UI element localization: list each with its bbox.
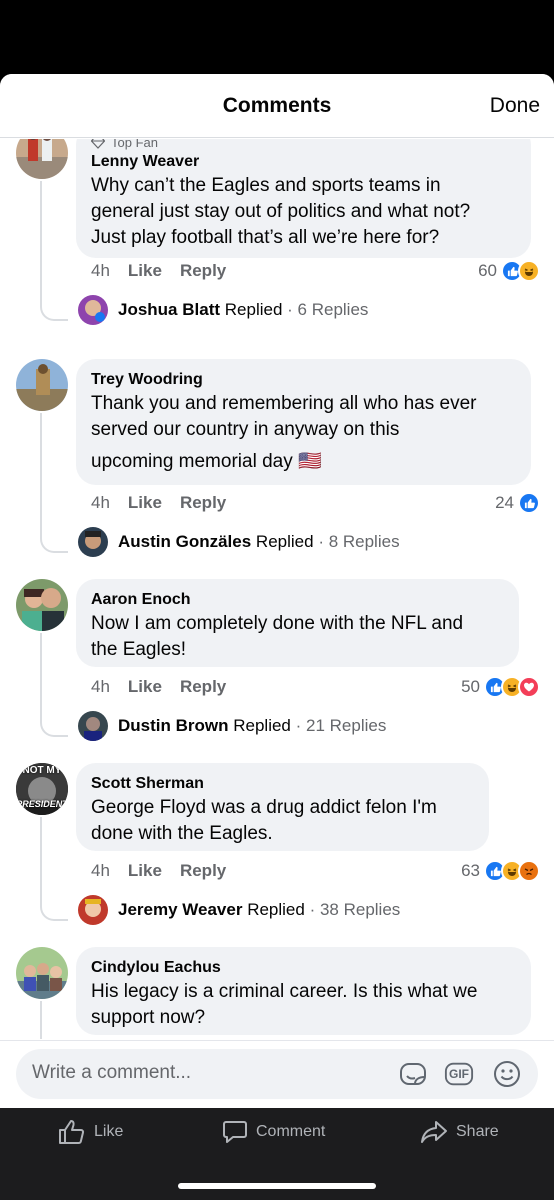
share-button[interactable]: Share xyxy=(420,1119,499,1145)
thread-line xyxy=(40,633,68,737)
comment-text: Thank you and remembering all who has ev… xyxy=(91,393,477,472)
comment-text: George Floyd was a drug addict felon I'm… xyxy=(91,797,437,844)
comment-author[interactable]: Cindylou Eachus xyxy=(91,957,516,979)
reaction-summary[interactable]: 50 xyxy=(461,676,540,698)
comment-meta: 4h Like Reply xyxy=(91,677,226,697)
avatar xyxy=(78,527,108,557)
reaction-summary[interactable]: 24 xyxy=(495,492,540,514)
done-button[interactable]: Done xyxy=(490,94,540,118)
avatar[interactable] xyxy=(16,139,68,179)
comments-header: Comments Done xyxy=(0,74,554,138)
comment-time: 4h xyxy=(91,493,110,512)
replies-link[interactable]: Jeremy Weaver Replied · 38 Replies xyxy=(78,895,400,925)
avatar-overlay-text: NOT MY xyxy=(22,765,62,776)
thumbs-up-icon xyxy=(59,1120,85,1144)
reply-link[interactable]: Reply xyxy=(180,861,226,881)
like-link[interactable]: Like xyxy=(128,493,162,513)
avatar[interactable] xyxy=(16,359,68,411)
comment-bubble[interactable]: Scott Sherman George Floyd was a drug ad… xyxy=(76,763,489,851)
comment-text: His legacy is a criminal career. Is this… xyxy=(91,981,478,1028)
diamond-icon xyxy=(91,139,105,149)
like-link[interactable]: Like xyxy=(128,861,162,881)
comment-input[interactable]: Write a comment... GIF xyxy=(16,1049,538,1099)
reaction-count: 60 xyxy=(478,261,497,280)
thread-line xyxy=(40,413,68,553)
comment-author[interactable]: Trey Woodring xyxy=(91,369,516,391)
like-link[interactable]: Like xyxy=(128,677,162,697)
top-fan-badge: Top Fan xyxy=(91,139,516,151)
replies-link[interactable]: Austin Gonzäles Replied · 8 Replies xyxy=(78,527,400,557)
thread-line xyxy=(40,181,68,321)
avatar-overlay-text: PRESIDENT xyxy=(16,799,68,809)
comment-meta: 4h Like Reply xyxy=(91,493,226,513)
page-title: Comments xyxy=(222,94,332,117)
avatar xyxy=(78,711,108,741)
comment-author[interactable]: Scott Sherman xyxy=(91,773,474,795)
reaction-summary[interactable]: 60 xyxy=(478,260,540,282)
reaction-count: 24 xyxy=(495,493,514,512)
gif-icon[interactable]: GIF xyxy=(444,1059,474,1089)
replies-link[interactable]: Joshua Blatt Replied · 6 Replies xyxy=(78,295,368,325)
like-reaction-icon xyxy=(518,492,540,514)
comment-button[interactable]: Comment xyxy=(222,1119,325,1145)
home-indicator xyxy=(178,1183,376,1189)
reaction-count: 50 xyxy=(461,677,480,696)
comment-bubble[interactable]: Top Fan Lenny Weaver Why can’t the Eagle… xyxy=(76,139,531,258)
love-reaction-icon xyxy=(518,676,540,698)
comment-time: 4h xyxy=(91,677,110,696)
comment-text: Now I am completely done with the NFL an… xyxy=(91,613,464,660)
avatar xyxy=(78,295,108,325)
like-link[interactable]: Like xyxy=(128,261,162,281)
comment-text: Why can’t the Eagles and sports teams in… xyxy=(91,175,471,248)
emoji-icon[interactable] xyxy=(492,1059,522,1089)
comment-list[interactable]: Top Fan Lenny Weaver Why can’t the Eagle… xyxy=(0,139,554,1039)
comment-bubble-icon xyxy=(223,1121,247,1143)
angry-reaction-icon xyxy=(518,860,540,882)
comment-meta: 4h Like Reply xyxy=(91,861,226,881)
comment-time: 4h xyxy=(91,861,110,880)
reply-link[interactable]: Reply xyxy=(180,493,226,513)
comments-sheet: Comments Done Top Fan Lenny Weaver Why c… xyxy=(0,74,554,1108)
replies-link[interactable]: Dustin Brown Replied · 21 Replies xyxy=(78,711,386,741)
comment-bubble[interactable]: Trey Woodring Thank you and remembering … xyxy=(76,359,531,485)
thread-line xyxy=(40,817,68,921)
avatar[interactable]: NOT MY PRESIDENT xyxy=(16,763,68,815)
comment-composer: Write a comment... GIF xyxy=(0,1040,554,1108)
reply-link[interactable]: Reply xyxy=(180,261,226,281)
avatar xyxy=(78,895,108,925)
comment-meta: 4h Like Reply xyxy=(91,261,226,281)
thread-line xyxy=(40,1001,68,1039)
like-button[interactable]: Like xyxy=(58,1119,123,1145)
reaction-summary[interactable]: 63 xyxy=(461,860,540,882)
reaction-count: 63 xyxy=(461,861,480,880)
comment-placeholder: Write a comment... xyxy=(32,1062,192,1083)
avatar[interactable] xyxy=(16,947,68,999)
comment-author[interactable]: Lenny Weaver xyxy=(91,151,516,173)
comment-bubble[interactable]: Aaron Enoch Now I am completely done wit… xyxy=(76,579,519,667)
share-arrow-icon xyxy=(421,1121,447,1143)
avatar[interactable] xyxy=(16,579,68,631)
comment-time: 4h xyxy=(91,261,110,280)
comment-bubble[interactable]: Cindylou Eachus His legacy is a criminal… xyxy=(76,947,531,1035)
haha-reaction-icon xyxy=(518,260,540,282)
sticker-icon[interactable] xyxy=(398,1059,428,1089)
reply-link[interactable]: Reply xyxy=(180,677,226,697)
comment-author[interactable]: Aaron Enoch xyxy=(91,589,504,611)
